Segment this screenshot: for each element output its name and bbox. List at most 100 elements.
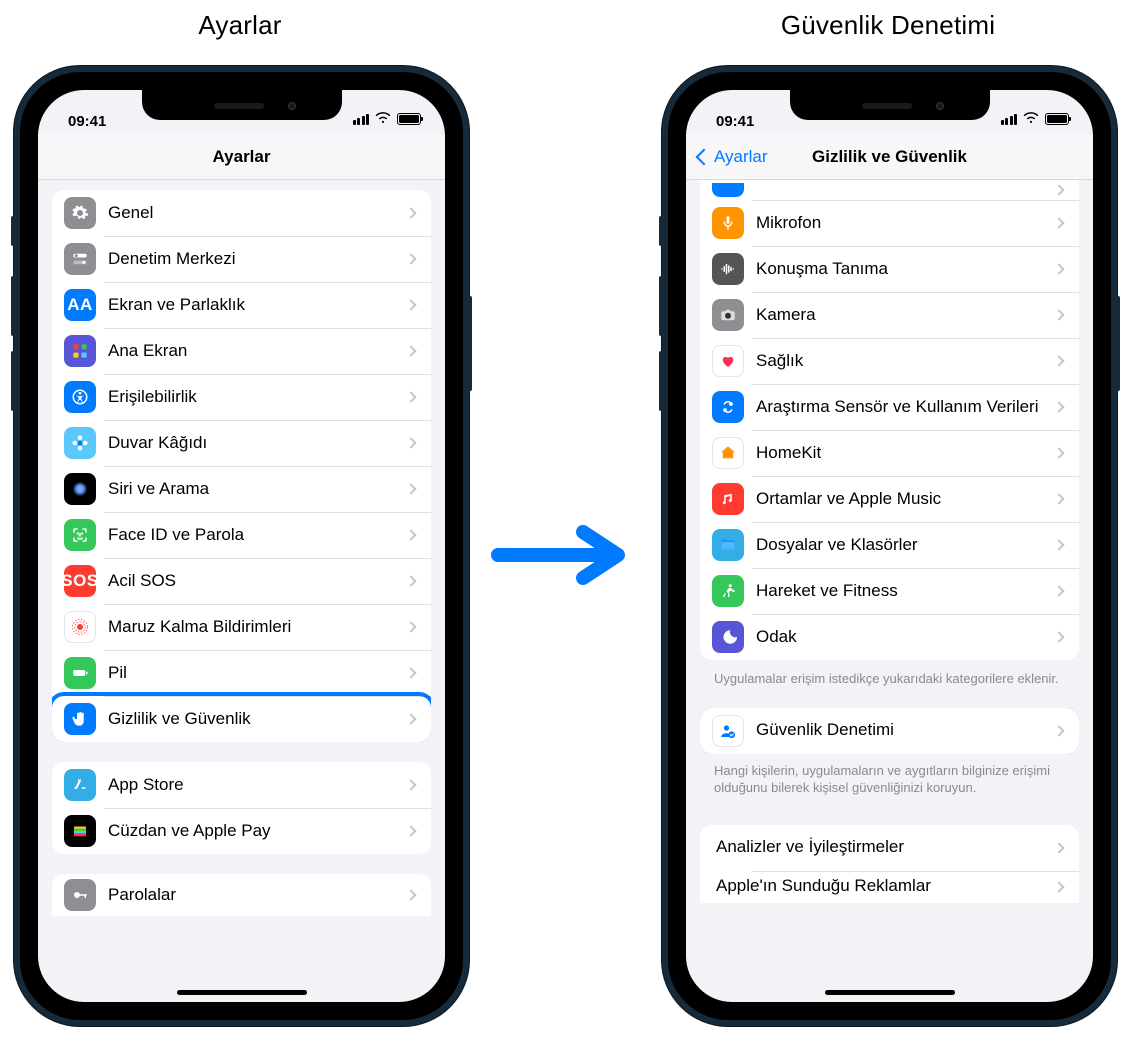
row-wallpaper[interactable]: Duvar Kâğıdı xyxy=(52,420,431,466)
row-label: Dosyalar ve Klasörler xyxy=(756,535,1055,555)
research-icon xyxy=(712,391,744,423)
row-label: HomeKit xyxy=(756,443,1055,463)
row-label: Parolalar xyxy=(108,885,407,905)
row-label: Kamera xyxy=(756,305,1055,325)
row-label: Duvar Kâğıdı xyxy=(108,433,407,453)
chevron-right-icon xyxy=(1053,355,1064,366)
chevron-left-icon xyxy=(696,148,713,165)
home-indicator[interactable] xyxy=(825,990,955,995)
chevron-right-icon xyxy=(1053,539,1064,550)
row-label: Güvenlik Denetimi xyxy=(756,720,1055,740)
phone-left-frame: 09:41 Ayarlar Genel Denetim Merkezi AA Ek… xyxy=(14,66,469,1026)
row-privacy[interactable]: Gizlilik ve Güvenlik xyxy=(52,696,431,742)
notch xyxy=(142,90,342,120)
flower-icon xyxy=(64,427,96,459)
person-check-icon xyxy=(712,715,744,747)
row-faceid[interactable]: Face ID ve Parola xyxy=(52,512,431,558)
chevron-right-icon xyxy=(1053,309,1064,320)
appstore-icon xyxy=(64,769,96,801)
chevron-right-icon xyxy=(405,889,416,900)
focus-icon xyxy=(712,621,744,653)
row-battery[interactable]: Pil xyxy=(52,650,431,696)
chevron-right-icon xyxy=(1053,263,1064,274)
row-speech[interactable]: Konuşma Tanıma xyxy=(700,246,1079,292)
back-button[interactable]: Ayarlar xyxy=(692,134,768,179)
row-accessibility[interactable]: Erişilebilirlik xyxy=(52,374,431,420)
battery-icon xyxy=(64,657,96,689)
row-label: Pil xyxy=(108,663,407,683)
row-label: Konuşma Tanıma xyxy=(756,259,1055,279)
settings-group-3: Parolalar xyxy=(52,874,431,916)
chevron-right-icon xyxy=(405,529,416,540)
row-homekit[interactable]: HomeKit xyxy=(700,430,1079,476)
page-title: Ayarlar xyxy=(213,147,271,167)
chevron-right-icon xyxy=(1053,493,1064,504)
row-label: Hareket ve Fitness xyxy=(756,581,1055,601)
row-wallet[interactable]: Cüzdan ve Apple Pay xyxy=(52,808,431,854)
siri-icon xyxy=(64,473,96,505)
chevron-right-icon xyxy=(405,253,416,264)
row-exposure[interactable]: Maruz Kalma Bildirimleri xyxy=(52,604,431,650)
chevron-right-icon xyxy=(405,299,416,310)
wallet-icon xyxy=(64,815,96,847)
row-label: Ekran ve Parlaklık xyxy=(108,295,407,315)
row-focus[interactable]: Odak xyxy=(700,614,1079,660)
chevron-right-icon xyxy=(405,825,416,836)
fitness-icon xyxy=(712,575,744,607)
folder-icon xyxy=(712,529,744,561)
settings-group-2: App Store Cüzdan ve Apple Pay xyxy=(52,762,431,854)
chevron-right-icon xyxy=(405,345,416,356)
homekit-icon xyxy=(712,437,744,469)
row-display[interactable]: AA Ekran ve Parlaklık xyxy=(52,282,431,328)
row-sos[interactable]: SOSAcil SOS xyxy=(52,558,431,604)
camera-icon xyxy=(712,299,744,331)
row-health[interactable]: Sağlık xyxy=(700,338,1079,384)
accessibility-icon xyxy=(64,381,96,413)
group-footer-2: Hangi kişilerin, uygulamaların ve aygıtl… xyxy=(686,762,1093,803)
row-analytics[interactable]: Analizler ve İyileştirmeler xyxy=(700,825,1079,871)
row-media[interactable]: Ortamlar ve Apple Music xyxy=(700,476,1079,522)
chevron-right-icon xyxy=(405,391,416,402)
battery-status-icon xyxy=(1045,113,1069,125)
row-passwords[interactable]: Parolalar xyxy=(52,874,431,916)
chevron-right-icon xyxy=(1053,447,1064,458)
row-label: Ortamlar ve Apple Music xyxy=(756,489,1055,509)
chevron-right-icon xyxy=(405,779,416,790)
row-label: Maruz Kalma Bildirimleri xyxy=(108,617,407,637)
row-label: Ana Ekran xyxy=(108,341,407,361)
safety-check-group: Güvenlik Denetimi xyxy=(700,708,1079,754)
row-label: Cüzdan ve Apple Pay xyxy=(108,821,407,841)
music-icon xyxy=(712,483,744,515)
row-home-screen[interactable]: Ana Ekran xyxy=(52,328,431,374)
exposure-icon xyxy=(64,611,96,643)
caption-right: Güvenlik Denetimi xyxy=(648,10,1128,41)
privacy-group-1: Mikrofon Konuşma Tanıma Kamera Sağlık Ar… xyxy=(700,180,1079,660)
chevron-right-icon xyxy=(1053,631,1064,642)
row-siri[interactable]: Siri ve Arama xyxy=(52,466,431,512)
group-footer-1: Uygulamalar erişim istedikçe yukarıdaki … xyxy=(686,670,1093,694)
row-motion[interactable]: Hareket ve Fitness xyxy=(700,568,1079,614)
row-camera[interactable]: Kamera xyxy=(700,292,1079,338)
chevron-right-icon xyxy=(1053,401,1064,412)
row-files[interactable]: Dosyalar ve Klasörler xyxy=(700,522,1079,568)
wifi-icon xyxy=(1022,108,1040,130)
row-control-center[interactable]: Denetim Merkezi xyxy=(52,236,431,282)
switches-icon xyxy=(64,243,96,275)
chevron-right-icon xyxy=(405,207,416,218)
row-label: Sağlık xyxy=(756,351,1055,371)
row-apple-ads[interactable]: Apple'ın Sunduğu Reklamlar xyxy=(700,871,1079,903)
partial-icon xyxy=(712,183,744,197)
chevron-right-icon xyxy=(405,437,416,448)
row-partial[interactable] xyxy=(700,180,1079,200)
row-appstore[interactable]: App Store xyxy=(52,762,431,808)
home-indicator[interactable] xyxy=(177,990,307,995)
row-general[interactable]: Genel xyxy=(52,190,431,236)
row-safety-check[interactable]: Güvenlik Denetimi xyxy=(700,708,1079,754)
back-label: Ayarlar xyxy=(714,147,768,167)
aa-icon: AA xyxy=(64,289,96,321)
row-research[interactable]: Araştırma Sensör ve Kullanım Verileri xyxy=(700,384,1079,430)
status-time: 09:41 xyxy=(60,113,106,134)
row-microphone[interactable]: Mikrofon xyxy=(700,200,1079,246)
caption-left: Ayarlar xyxy=(0,10,480,41)
row-label: Gizlilik ve Güvenlik xyxy=(108,709,407,729)
